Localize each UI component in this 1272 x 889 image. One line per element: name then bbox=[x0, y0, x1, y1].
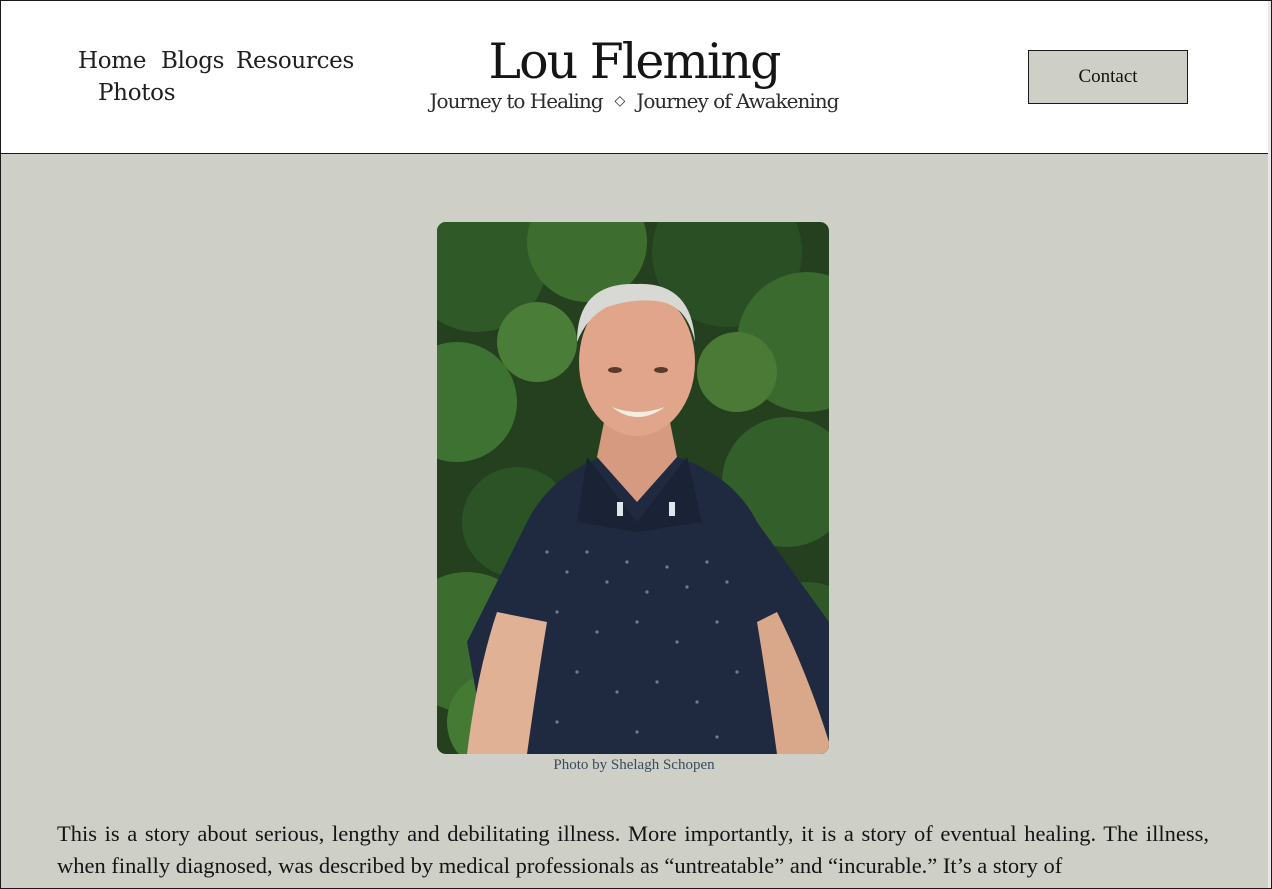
contact-button[interactable]: Contact bbox=[1028, 50, 1188, 104]
portrait-image bbox=[437, 222, 829, 754]
scrollbar[interactable] bbox=[1268, 0, 1272, 889]
diamond-icon: ◇ bbox=[614, 93, 626, 109]
story-paragraph: This is a story about serious, lengthy a… bbox=[57, 821, 1209, 878]
portrait-photo bbox=[437, 222, 829, 754]
tagline-awakening: Journey of Awakening bbox=[636, 89, 839, 113]
site-header: Home Blogs Resources Photos Lou Fleming … bbox=[0, 0, 1268, 154]
tagline-healing: Journey to Healing bbox=[429, 89, 604, 113]
photo-caption: Photo by Shelagh Schopen bbox=[553, 757, 715, 773]
